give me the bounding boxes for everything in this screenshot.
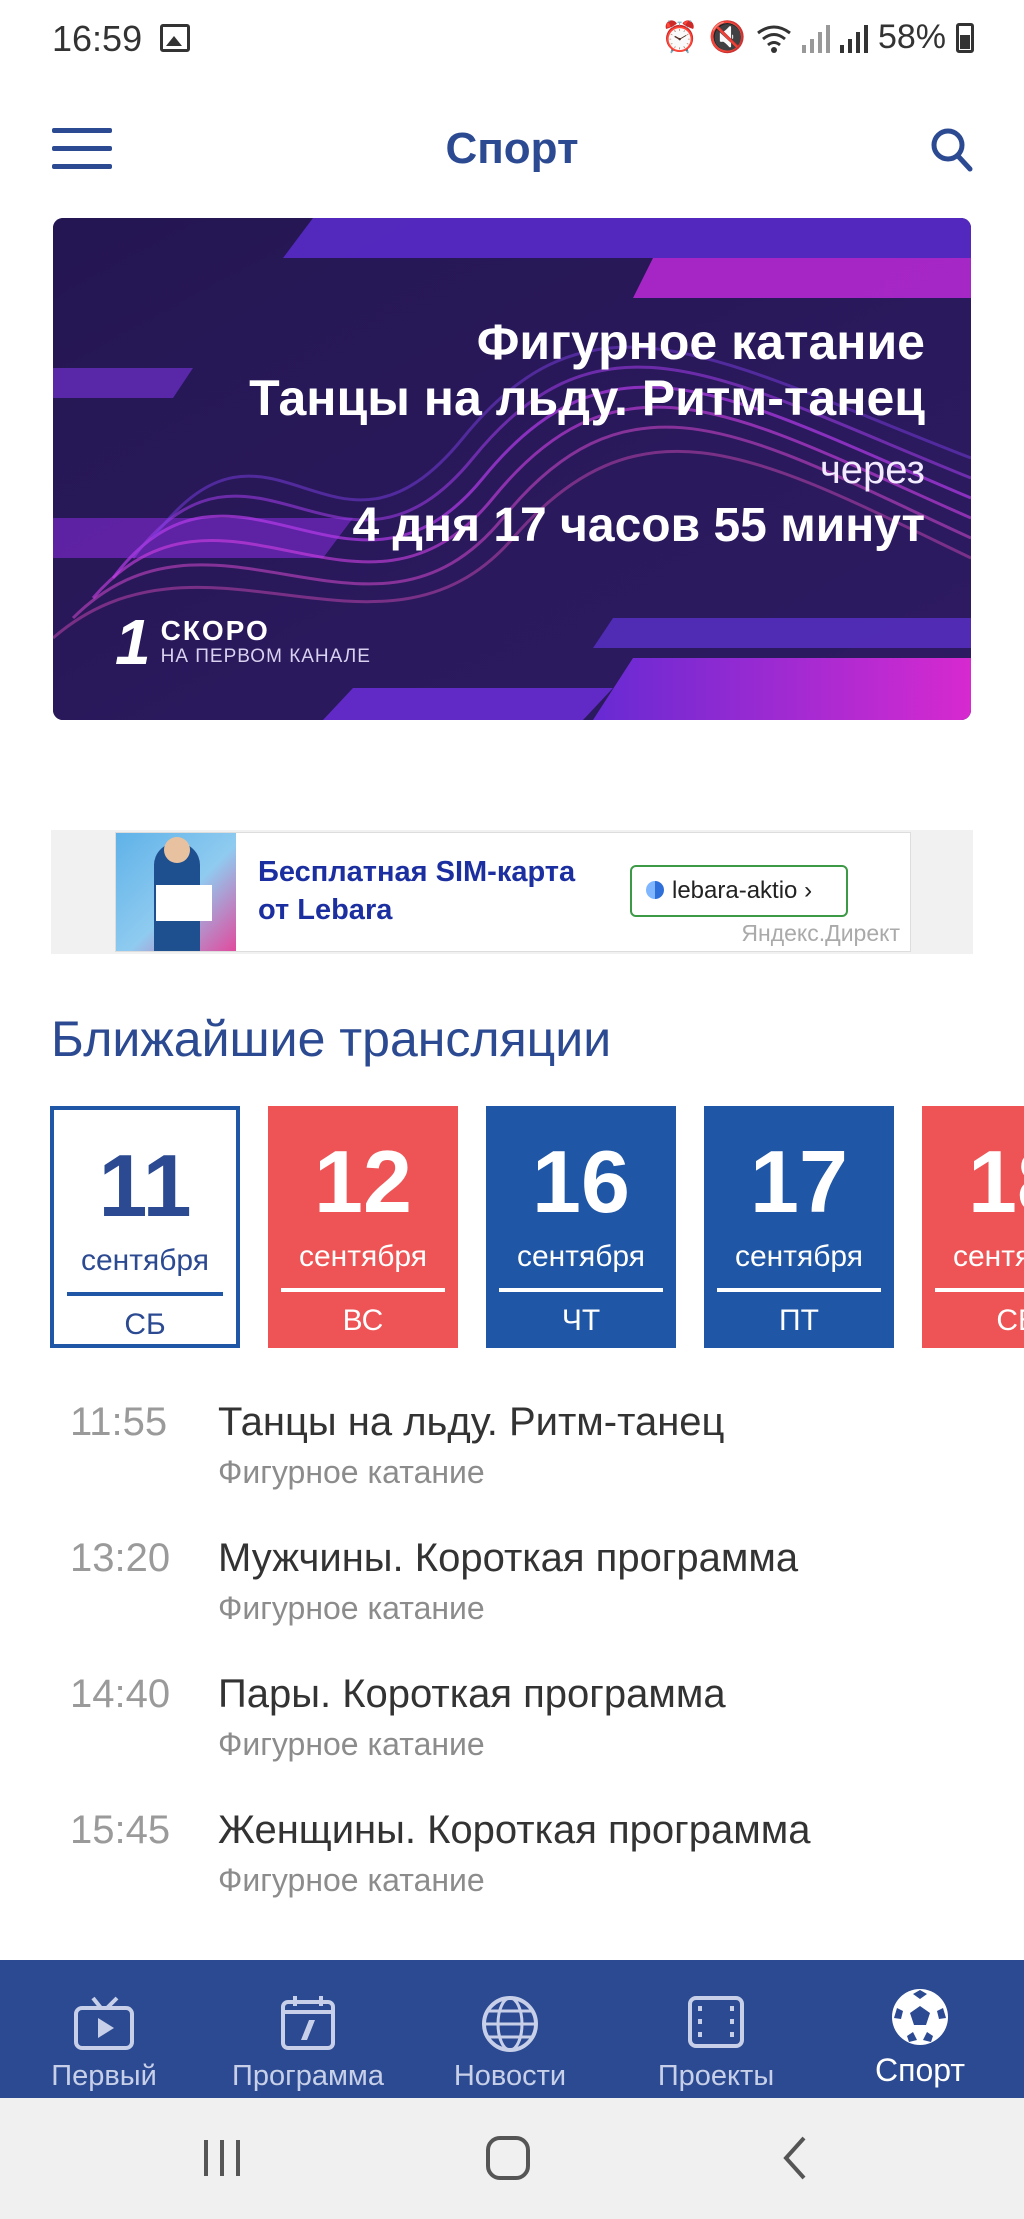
film-icon bbox=[688, 1996, 744, 2048]
ad-image bbox=[116, 833, 236, 951]
schedule-time: 15:45 bbox=[70, 1808, 171, 1852]
mute-icon: 🔇 bbox=[708, 21, 746, 54]
nav-label: Программа bbox=[232, 2060, 384, 2092]
schedule-title: Танцы на льду. Ритм-танец bbox=[218, 1400, 725, 1444]
nav-item-first[interactable]: Первый bbox=[2, 1960, 206, 2098]
hero-text: Фигурное катание Танцы на льду. Ритм-тан… bbox=[249, 314, 925, 556]
ad-banner[interactable]: Бесплатная SIM-карта от Lebara lebara-ak… bbox=[51, 830, 973, 954]
section-title: Ближайшие трансляции bbox=[51, 1011, 612, 1067]
date-month: сентября bbox=[298, 1240, 427, 1273]
signal-icon bbox=[839, 24, 868, 53]
search-icon[interactable] bbox=[930, 126, 974, 174]
page-title: Спорт bbox=[445, 124, 579, 173]
nav-item-sport[interactable]: Спорт bbox=[818, 1960, 1022, 2098]
nav-item-program[interactable]: Программа bbox=[206, 1960, 410, 2098]
logo-text-channel: НА ПЕРВОМ КАНАЛЕ bbox=[160, 646, 371, 667]
hero-through: через bbox=[819, 448, 925, 492]
alarm-icon: ⏰ bbox=[661, 21, 699, 54]
schedule-title: Пары. Короткая программа bbox=[218, 1672, 726, 1716]
globe-icon bbox=[482, 1996, 538, 2052]
date-weekday: СБ bbox=[124, 1308, 166, 1341]
schedule-sport: Фигурное катание bbox=[218, 1590, 485, 1626]
calendar-icon bbox=[281, 1996, 335, 2050]
image-icon bbox=[160, 24, 190, 52]
system-nav-bar bbox=[0, 2098, 1024, 2219]
date-day: 11 bbox=[98, 1136, 192, 1235]
site-favicon-icon bbox=[646, 881, 664, 899]
ad-title-line2: от Lebara bbox=[258, 894, 393, 926]
date-month: сентября bbox=[516, 1240, 645, 1273]
schedule-title: Мужчины. Короткая программа bbox=[218, 1536, 799, 1580]
date-day: 16 bbox=[532, 1132, 630, 1231]
date-day: 12 bbox=[314, 1132, 412, 1231]
wifi-icon bbox=[757, 25, 791, 53]
nav-item-projects[interactable]: Проекты bbox=[614, 1960, 818, 2098]
date-weekday: СБ bbox=[996, 1304, 1024, 1337]
status-time: 16:59 bbox=[52, 18, 143, 59]
hero-event: Танцы на льду. Ритм-танец bbox=[249, 370, 925, 426]
schedule-item[interactable]: 13:20 Мужчины. Короткая программа Фигурн… bbox=[0, 1534, 1024, 1670]
tv-icon bbox=[74, 1996, 134, 2050]
date-month: сентября bbox=[952, 1240, 1024, 1273]
battery-icon bbox=[956, 22, 974, 53]
date-card[interactable]: 17 сентября ПТ bbox=[704, 1106, 894, 1348]
ad-card[interactable]: Бесплатная SIM-карта от Lebara lebara-ak… bbox=[115, 832, 911, 952]
ad-link-button[interactable]: lebara-aktio › bbox=[630, 865, 848, 917]
hero-banner[interactable]: Фигурное катание Танцы на льду. Ритм-тан… bbox=[53, 218, 971, 720]
signal-icon bbox=[801, 24, 830, 53]
date-weekday: ВС bbox=[342, 1304, 384, 1337]
date-day: 17 bbox=[750, 1132, 848, 1231]
ad-title[interactable]: Бесплатная SIM-карта от Lebara bbox=[258, 853, 638, 929]
schedule-title: Женщины. Короткая программа bbox=[218, 1808, 811, 1852]
date-selector: 11 сентября СБ 12 сентября ВС 16 сентябр… bbox=[50, 1106, 1024, 1350]
nav-label: Первый bbox=[51, 2060, 157, 2092]
schedule-item[interactable]: 15:45 Женщины. Короткая программа Фигурн… bbox=[0, 1806, 1024, 1942]
back-icon[interactable] bbox=[776, 2130, 816, 2186]
nav-label: Новости bbox=[453, 2060, 567, 2092]
home-icon[interactable] bbox=[484, 2130, 532, 2186]
ad-title-line1: Бесплатная SIM-карта bbox=[258, 856, 576, 888]
schedule-time: 11:55 bbox=[70, 1400, 168, 1444]
logo-mark: 1 bbox=[115, 606, 151, 678]
ad-source: Яндекс.Директ bbox=[741, 920, 900, 946]
status-bar: 16:59 ⏰ 🔇 58% bbox=[0, 0, 1024, 80]
schedule-sport: Фигурное катание bbox=[218, 1454, 485, 1490]
schedule-sport: Фигурное катание bbox=[218, 1862, 485, 1898]
schedule-item[interactable]: 11:55 Танцы на льду. Ритм-танец Фигурное… bbox=[0, 1398, 1024, 1534]
channel-one-logo: 1 СКОРО НА ПЕРВОМ КАНАЛЕ bbox=[115, 606, 371, 678]
chevron-right-icon: › bbox=[804, 877, 813, 904]
app-header: Спорт bbox=[0, 100, 1024, 200]
nav-item-news[interactable]: Новости bbox=[408, 1960, 612, 2098]
date-month: сентября bbox=[80, 1244, 209, 1277]
nav-label: Проекты bbox=[657, 2060, 775, 2092]
ball-icon bbox=[892, 1989, 948, 2045]
status-icons: ⏰ 🔇 58% bbox=[661, 18, 974, 57]
schedule-time: 13:20 bbox=[70, 1536, 171, 1580]
date-weekday: ПТ bbox=[779, 1304, 819, 1337]
schedule-time: 14:40 bbox=[70, 1672, 171, 1716]
date-card[interactable]: 11 сентября СБ bbox=[50, 1106, 240, 1348]
recent-apps-icon[interactable] bbox=[200, 2130, 244, 2186]
schedule-item[interactable]: 14:40 Пары. Короткая программа Фигурное … bbox=[0, 1670, 1024, 1806]
date-weekday: ЧТ bbox=[561, 1304, 601, 1337]
hero-sport: Фигурное катание bbox=[476, 314, 925, 370]
date-card[interactable]: 12 сентября ВС bbox=[268, 1106, 458, 1348]
hero-countdown: 4 дня 17 часов 55 минут bbox=[352, 499, 925, 552]
battery-percent: 58% bbox=[877, 18, 946, 56]
date-day: 18 bbox=[968, 1132, 1024, 1231]
schedule-sport: Фигурное катание bbox=[218, 1726, 485, 1762]
logo-text-soon: СКОРО bbox=[160, 615, 270, 646]
date-card[interactable]: 18 сентября СБ bbox=[922, 1106, 1024, 1348]
schedule-list: 11:55 Танцы на льду. Ритм-танец Фигурное… bbox=[0, 1398, 1024, 1942]
ad-link-label: lebara-aktio bbox=[672, 877, 798, 904]
date-card[interactable]: 16 сентября ЧТ bbox=[486, 1106, 676, 1348]
bottom-nav: Первый Программа Новости Проекты Спорт bbox=[0, 1960, 1024, 2098]
date-month: сентября bbox=[734, 1240, 863, 1273]
nav-label: Спорт bbox=[875, 2052, 965, 2088]
